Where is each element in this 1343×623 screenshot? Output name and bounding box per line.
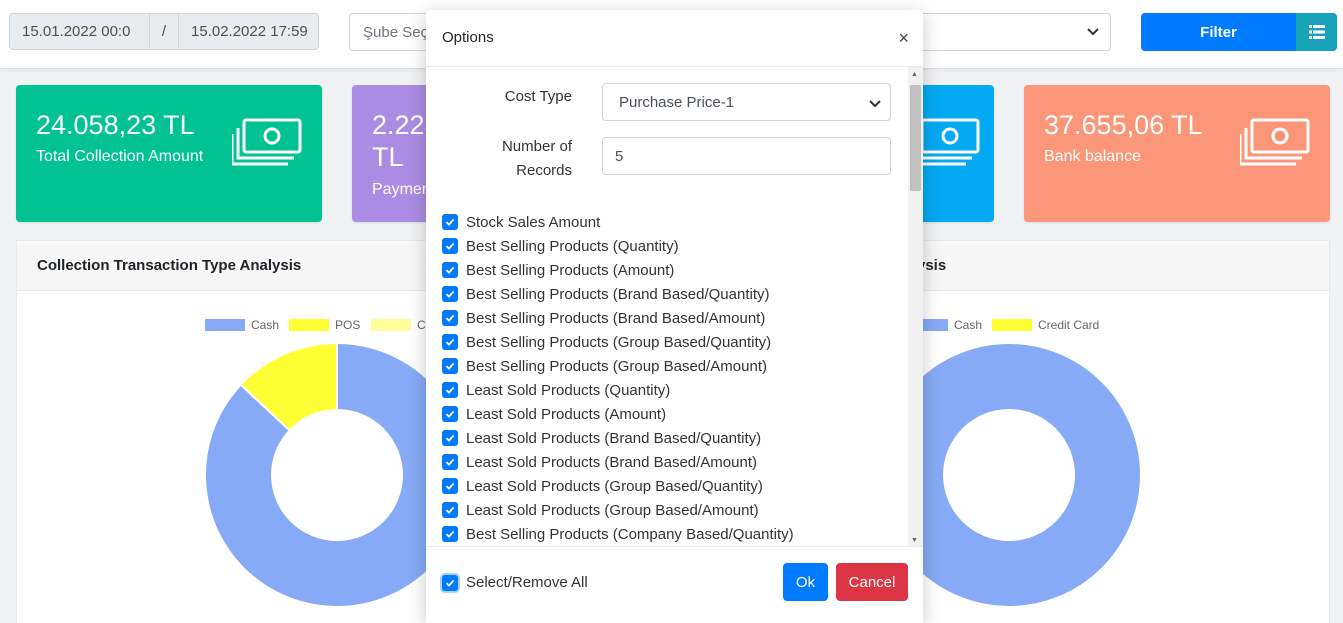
modal-body: Cost Type Purchase Price-1 Number of Rec… bbox=[426, 67, 923, 546]
option-checkbox-row[interactable]: Least Sold Products (Brand Based/Amount) bbox=[442, 450, 902, 474]
option-checkbox-row[interactable]: Least Sold Products (Group Based/Quantit… bbox=[442, 474, 902, 498]
money-icon bbox=[1240, 118, 1310, 166]
checkbox-checked-icon bbox=[442, 406, 458, 422]
legend-swatch bbox=[289, 319, 329, 331]
date-range-picker[interactable]: 15.01.2022 00:0 / 15.02.2022 17:59 bbox=[9, 13, 319, 50]
branch-select-placeholder: Şube Seç bbox=[363, 23, 429, 41]
checkbox-checked-icon bbox=[442, 286, 458, 302]
option-checkbox-row[interactable]: Least Sold Products (Group Based/Amount) bbox=[442, 498, 902, 522]
records-count-value: 5 bbox=[615, 147, 624, 165]
options-modal: Options × Cost Type Purchase Price-1 Num… bbox=[426, 10, 923, 623]
stat-card-value: 37.655,06 TL bbox=[1044, 110, 1203, 140]
cost-type-label: Cost Type bbox=[504, 88, 572, 105]
records-label: Number of Records bbox=[501, 138, 572, 179]
date-separator: / bbox=[149, 14, 179, 49]
checkbox-checked-icon bbox=[442, 478, 458, 494]
option-label: Least Sold Products (Group Based/Quantit… bbox=[466, 477, 763, 495]
legend-item-credit-card[interactable]: Credit Card bbox=[992, 318, 1099, 332]
checkbox-checked-icon bbox=[442, 214, 458, 230]
option-checkbox-row[interactable]: Stock Sales Amount bbox=[442, 210, 902, 234]
select-all-label: Select/Remove All bbox=[466, 574, 588, 591]
report-options-list: Stock Sales Amount Best Selling Products … bbox=[442, 210, 902, 546]
option-label: Least Sold Products (Brand Based/Quantit… bbox=[466, 429, 762, 447]
option-label: Best Selling Products (Group Based/Quant… bbox=[466, 333, 772, 351]
modal-scrollbar[interactable]: ▲ ▼ bbox=[908, 67, 923, 546]
donut-hole bbox=[271, 409, 403, 541]
cost-type-select[interactable]: Purchase Price-1 bbox=[602, 83, 891, 121]
option-checkbox-row[interactable]: Best Selling Products (Brand Based/Amoun… bbox=[442, 306, 902, 330]
option-label: Least Sold Products (Brand Based/Amount) bbox=[466, 453, 757, 471]
stat-card-label: Paymen bbox=[372, 181, 431, 198]
stat-card-label: Bank balance bbox=[1044, 148, 1141, 165]
money-icon bbox=[232, 118, 302, 166]
list-icon bbox=[1308, 25, 1325, 39]
checkbox-checked-icon bbox=[442, 334, 458, 350]
checkbox-checked-icon bbox=[442, 382, 458, 398]
checkbox-checked-icon bbox=[442, 430, 458, 446]
option-label: Least Sold Products (Group Based/Amount) bbox=[466, 501, 759, 519]
option-checkbox-row[interactable]: Least Sold Products (Brand Based/Quantit… bbox=[442, 426, 902, 450]
close-icon[interactable]: × bbox=[898, 28, 909, 48]
records-count-input[interactable]: 5 bbox=[602, 137, 891, 175]
checkbox-checked-icon bbox=[442, 358, 458, 374]
option-label: Least Sold Products (Quantity) bbox=[466, 381, 671, 399]
chevron-down-icon bbox=[869, 100, 881, 108]
option-label: Stock Sales Amount bbox=[466, 213, 601, 231]
legend-swatch bbox=[205, 319, 245, 331]
stat-card-bank-balance: 37.655,06 TL Bank balance bbox=[1024, 85, 1330, 222]
legend-item-pos[interactable]: POS bbox=[289, 318, 360, 332]
option-label: Best Selling Products (Group Based/Amoun… bbox=[466, 357, 767, 375]
select-all-checkbox[interactable]: Select/Remove All bbox=[442, 574, 588, 591]
list-view-button[interactable] bbox=[1296, 13, 1337, 51]
legend-swatch bbox=[992, 319, 1032, 331]
stat-card-value: 24.058,23 TL bbox=[36, 110, 195, 140]
option-label: Best Selling Products (Brand Based/Quant… bbox=[466, 285, 770, 303]
checkbox-checked-icon bbox=[442, 262, 458, 278]
ok-button[interactable]: Ok bbox=[783, 563, 828, 601]
donut-hole bbox=[943, 409, 1075, 541]
checkbox-checked-icon bbox=[442, 526, 458, 542]
checkbox-checked-icon bbox=[442, 238, 458, 254]
cost-type-value: Purchase Price-1 bbox=[619, 93, 735, 111]
legend-item-c[interactable]: C bbox=[371, 318, 426, 332]
scroll-thumb[interactable] bbox=[910, 85, 921, 191]
stat-card-label: Total Collection Amount bbox=[36, 148, 204, 165]
option-label: Best Selling Products (Company Based/Qua… bbox=[466, 525, 794, 543]
option-checkbox-row[interactable]: Best Selling Products (Group Based/Amoun… bbox=[442, 354, 902, 378]
option-checkbox-row[interactable]: Best Selling Products (Quantity) bbox=[442, 234, 902, 258]
modal-footer: Select/Remove All Ok Cancel bbox=[426, 546, 923, 623]
modal-title: Options bbox=[442, 29, 494, 46]
legend-swatch bbox=[922, 319, 948, 331]
scroll-down-arrow-icon[interactable]: ▼ bbox=[911, 537, 918, 544]
checkbox-checked-icon bbox=[442, 502, 458, 518]
option-label: Least Sold Products (Amount) bbox=[466, 405, 667, 423]
date-start-field[interactable]: 15.01.2022 00:0 bbox=[10, 14, 149, 49]
stat-card-total-collection: 24.058,23 TL Total Collection Amount bbox=[16, 85, 322, 222]
legend-item-cash[interactable]: Cash bbox=[922, 318, 982, 332]
option-label: Best Selling Products (Amount) bbox=[466, 261, 675, 279]
option-label: Best Selling Products (Quantity) bbox=[466, 237, 679, 255]
option-checkbox-row[interactable]: Least Sold Products (Amount) bbox=[442, 402, 902, 426]
option-checkbox-row[interactable]: Best Selling Products (Amount) bbox=[442, 258, 902, 282]
checkbox-checked-icon bbox=[442, 310, 458, 326]
scroll-up-arrow-icon[interactable]: ▲ bbox=[911, 71, 918, 78]
legend-swatch bbox=[371, 319, 411, 331]
option-checkbox-row[interactable]: Best Selling Products (Brand Based/Quant… bbox=[442, 282, 902, 306]
legend-item-cash[interactable]: Cash bbox=[205, 318, 279, 332]
option-checkbox-row[interactable]: Best Selling Products (Company Based/Qua… bbox=[442, 522, 902, 546]
option-checkbox-row[interactable]: Best Selling Products (Group Based/Quant… bbox=[442, 330, 902, 354]
chevron-down-icon bbox=[1087, 28, 1099, 36]
date-end-field[interactable]: 15.02.2022 17:59 bbox=[179, 14, 318, 49]
cancel-button[interactable]: Cancel bbox=[836, 563, 908, 601]
filter-button[interactable]: Filter bbox=[1141, 13, 1296, 51]
option-label: Best Selling Products (Brand Based/Amoun… bbox=[466, 309, 766, 327]
checkbox-checked-icon bbox=[442, 454, 458, 470]
modal-header: Options × bbox=[426, 10, 923, 67]
option-checkbox-row[interactable]: Least Sold Products (Quantity) bbox=[442, 378, 902, 402]
checkbox-checked-icon bbox=[442, 574, 458, 591]
